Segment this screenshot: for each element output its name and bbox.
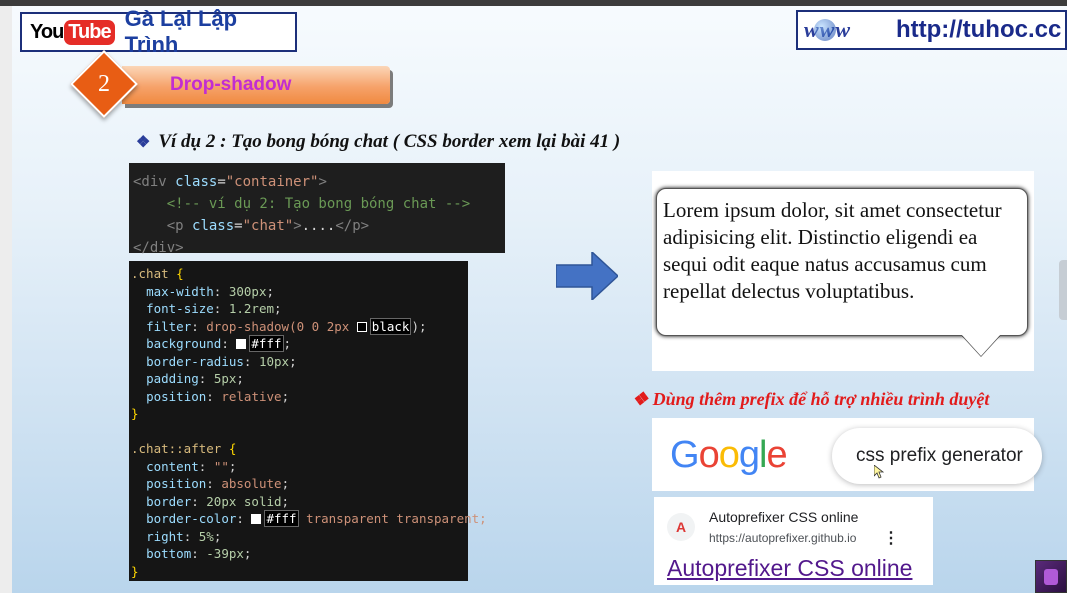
css-prop: padding xyxy=(146,371,199,386)
css-prop: bottom xyxy=(146,546,192,561)
code-token: <div xyxy=(133,174,167,190)
css-selector: .chat xyxy=(131,266,169,281)
chat-bubble: Lorem ipsum dolor, sit amet consectetur … xyxy=(656,188,1028,336)
code-token: </div> xyxy=(133,240,184,256)
css-value: -39px xyxy=(206,546,244,561)
search-query-text: css prefix generator xyxy=(856,445,1023,466)
result-site-name: Autoprefixer CSS online xyxy=(709,509,859,525)
color-swatch-black xyxy=(356,321,367,332)
google-logo: Google xyxy=(670,434,788,476)
css-value: 1.2rem xyxy=(228,301,275,316)
css-prop: border-color xyxy=(146,511,237,526)
css-value: relative xyxy=(221,388,282,404)
globe-icon: www xyxy=(804,17,888,43)
css-value-suffix: transparent transparent; xyxy=(298,511,487,526)
css-value-highlight: black xyxy=(369,317,412,335)
css-prop: border-radius xyxy=(146,353,244,369)
example-title-text: Ví dụ 2 : Tạo bong bóng chat ( CSS borde… xyxy=(158,131,621,152)
css-value: drop-shadow(0 0 2px xyxy=(206,318,357,334)
css-prop: filter xyxy=(146,318,192,334)
css-selector: .chat::after xyxy=(131,441,222,456)
channel-header: You Tube Gà Lại Lập Trình xyxy=(20,6,297,57)
prefix-note: ❖ Dùng thêm prefix để hỗ trợ nhiều trình… xyxy=(632,389,989,410)
more-options-icon[interactable]: ⋮ xyxy=(883,528,899,548)
css-code-block: .chat { max-width: 300px; font-size: 1.2… xyxy=(129,261,487,581)
css-value: 300px xyxy=(228,283,267,299)
html-code-block: <div class="container"> <!-- ví dụ 2: Tạ… xyxy=(129,163,505,256)
section-number: 2 xyxy=(98,70,110,97)
code-comment: <!-- ví dụ 2: Tạo bong bóng chat --> xyxy=(166,196,471,212)
autoprefixer-favicon-icon: A xyxy=(667,513,695,541)
code-token: "chat" xyxy=(242,218,294,234)
code-token: .... xyxy=(301,218,336,234)
css-value: 10px xyxy=(258,353,290,369)
diamond-bullet-icon: ❖ xyxy=(632,389,649,409)
website-header: www http://tuhoc.cc xyxy=(796,10,1067,50)
css-value: 5px xyxy=(213,371,237,386)
css-prop: position xyxy=(146,388,207,404)
avatar xyxy=(1035,560,1067,593)
css-value: 5% xyxy=(198,528,214,544)
css-value: "" xyxy=(213,458,229,474)
code-token: <p xyxy=(166,218,184,234)
youtube-logo-tube: Tube xyxy=(64,19,115,45)
globe-www-text: www xyxy=(804,17,852,42)
example-title: ❖ Ví dụ 2 : Tạo bong bóng chat ( CSS bord… xyxy=(136,131,620,153)
channel-name: Gà Lại Lập Trình xyxy=(124,6,238,57)
youtube-logo: You Tube xyxy=(30,19,115,45)
mouse-cursor-icon xyxy=(874,465,884,479)
website-url: http://tuhoc.cc xyxy=(896,16,1062,43)
diamond-bullet-icon: ❖ xyxy=(136,134,151,151)
result-link[interactable]: Autoprefixer CSS online xyxy=(667,555,912,582)
css-value-highlight: #fff xyxy=(264,510,299,527)
scrollbar[interactable] xyxy=(1059,260,1067,320)
css-prop: background xyxy=(146,336,222,351)
css-prop: border xyxy=(146,493,192,509)
css-value-suffix: ); xyxy=(411,318,427,334)
right-arrow-icon xyxy=(556,252,618,300)
css-prop: position xyxy=(146,476,207,491)
youtube-logo-you: You xyxy=(30,20,64,43)
search-input[interactable]: css prefix generator xyxy=(832,428,1042,484)
css-value: absolute xyxy=(221,476,282,491)
code-token: class xyxy=(175,174,218,190)
css-prop: content xyxy=(146,458,199,474)
section-title-bar: Drop-shadow xyxy=(122,66,390,104)
color-swatch-white xyxy=(251,514,262,524)
css-prop: font-size xyxy=(146,301,214,316)
css-value: 20px solid xyxy=(206,493,282,509)
css-value-highlight: #fff xyxy=(249,335,284,352)
window-left-strip xyxy=(0,6,12,593)
color-swatch-white xyxy=(236,339,247,349)
result-site-url: https://autoprefixer.github.io xyxy=(709,531,857,545)
section-title: Drop-shadow xyxy=(170,74,292,95)
code-token: "container" xyxy=(225,174,319,190)
css-prop: max-width xyxy=(146,283,214,299)
chat-bubble-tail xyxy=(961,334,1001,356)
css-prop: right xyxy=(146,528,184,544)
prefix-note-text: Dùng thêm prefix để hỗ trợ nhiều trình d… xyxy=(652,389,990,409)
code-token: class xyxy=(192,218,235,234)
code-token: </p> xyxy=(335,218,370,234)
css-value-suffix: ; xyxy=(283,336,292,351)
